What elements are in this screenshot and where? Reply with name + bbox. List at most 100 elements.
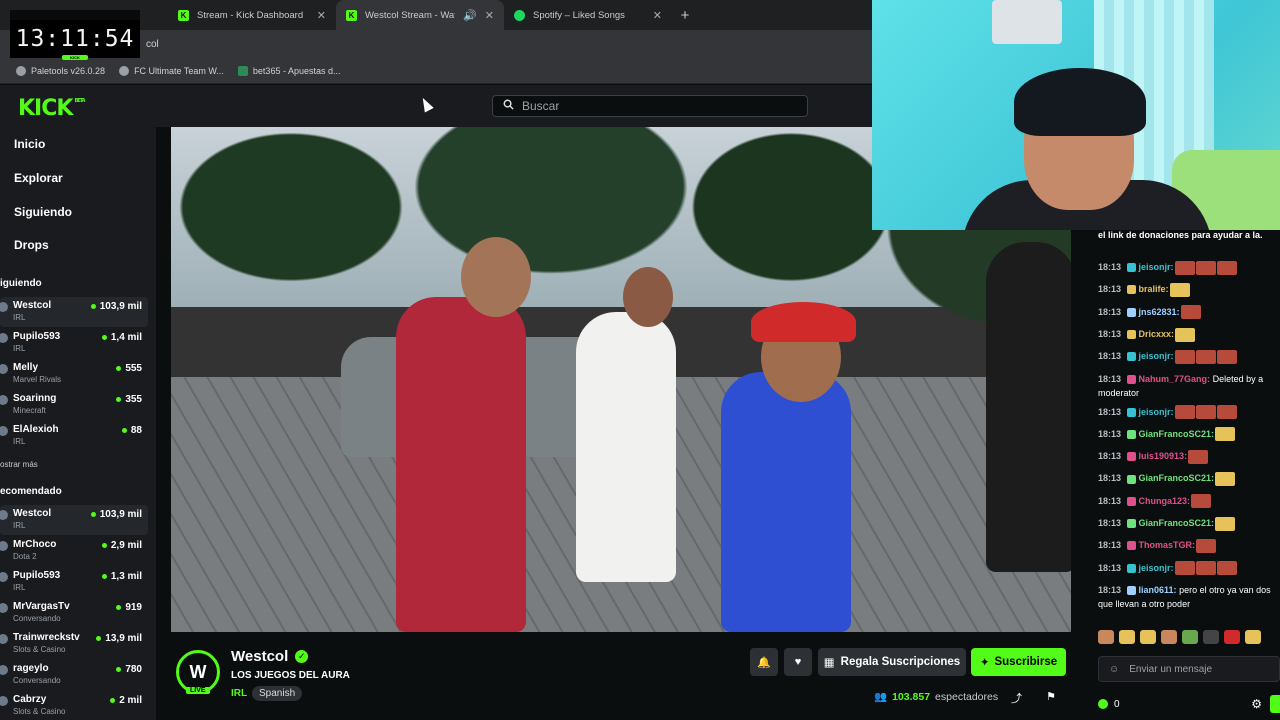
chat-username[interactable]: Chunga123: xyxy=(1139,496,1191,506)
following-channel[interactable]: ElAlexioh IRL 88 xyxy=(0,421,148,451)
close-icon[interactable]: ✕ xyxy=(317,9,326,22)
channel-category: Slots & Casino xyxy=(13,645,66,654)
live-dot-icon xyxy=(90,304,96,309)
tab-title: Westcol Stream - Watch Live xyxy=(365,9,455,21)
stream-tag[interactable]: Spanish xyxy=(252,686,303,701)
recommended-channel[interactable]: MrVargasTv Conversando 919 xyxy=(0,598,148,628)
emote-icon xyxy=(1215,427,1236,442)
video-person xyxy=(396,297,526,632)
kick-logo[interactable]: KICK BETA xyxy=(18,96,86,121)
chat-username[interactable]: jeisonjr: xyxy=(1139,407,1174,417)
chat-username[interactable]: jeisonjr: xyxy=(1139,262,1174,272)
speaker-icon[interactable]: 🔊 xyxy=(463,9,477,22)
following-channel[interactable]: Soarinng Minecraft 355 xyxy=(0,390,148,420)
chat-username[interactable]: bralife: xyxy=(1139,284,1169,294)
tab-westcol-stream[interactable]: K Westcol Stream - Watch Live 🔊 ✕ xyxy=(336,0,504,30)
emote-icon xyxy=(1196,538,1217,553)
chat-username[interactable]: luis190913: xyxy=(1139,451,1188,461)
recommended-channel[interactable]: Westcol IRL 103,9 mil xyxy=(0,505,148,535)
chat-username[interactable]: GianFrancoSC21: xyxy=(1139,518,1215,528)
emote-icon xyxy=(1174,260,1195,275)
bookmark-label: bet365 - Apuestas d... xyxy=(252,65,341,76)
search-placeholder: Buscar xyxy=(522,99,560,113)
channel-name: Melly xyxy=(13,362,39,373)
gear-icon[interactable]: ⚙ xyxy=(1251,697,1262,711)
globe-icon xyxy=(16,65,26,76)
emote-icon xyxy=(1175,327,1196,342)
flag-icon[interactable]: ⚑ xyxy=(1046,690,1056,703)
subscribe-button[interactable]: ✦ Suscribirse xyxy=(971,648,1066,676)
emote-icon[interactable] xyxy=(1119,630,1135,644)
send-button[interactable] xyxy=(1270,695,1280,713)
recommended-channel[interactable]: Pupilo593 IRL 1,3 mil xyxy=(0,567,148,597)
viewer-value: 919 xyxy=(125,602,142,613)
chat-message: 18:13 GianFrancoSC21: xyxy=(1098,516,1278,531)
emote-icon[interactable] xyxy=(1182,630,1198,644)
follow-heart-button[interactable]: ♥ xyxy=(784,648,812,676)
chat-username[interactable]: ThomasTGR: xyxy=(1139,540,1196,550)
following-channel[interactable]: Melly Marvel Rivals 555 xyxy=(0,359,148,389)
avatar xyxy=(0,541,8,551)
bet365-icon xyxy=(237,65,248,76)
video-person xyxy=(986,242,1071,572)
chat-message: 18:13 GianFrancoSC21: xyxy=(1098,471,1278,487)
chat-username[interactable]: jns62831: xyxy=(1139,307,1180,317)
bookmark-fc-ultimate[interactable]: FC Ultimate Team W... xyxy=(119,65,224,76)
show-more-link[interactable]: ostrar más xyxy=(0,460,38,469)
chat-timestamp: 18:13 xyxy=(1098,518,1124,528)
live-dot-icon xyxy=(110,698,116,703)
chat-username[interactable]: GianFrancoSC21: xyxy=(1139,429,1215,439)
bookmark-paletools[interactable]: Paletools v26.0.28 xyxy=(16,65,106,76)
nav-siguiendo[interactable]: Siguiendo xyxy=(14,205,72,219)
recommended-channel[interactable]: rageylo Conversando 780 xyxy=(0,660,148,690)
emote-icon[interactable] xyxy=(1140,630,1156,644)
stream-category[interactable]: IRL xyxy=(231,688,247,699)
recommended-channel[interactable]: MrChoco Dota 2 2,9 mil xyxy=(0,536,148,566)
bookmark-bet365[interactable]: bet365 - Apuestas d... xyxy=(237,65,341,76)
chat-message-input[interactable]: ☺ Enviar un mensaje xyxy=(1098,656,1280,682)
chat-username[interactable]: Nahum_77Gang: xyxy=(1139,374,1211,384)
chat-username[interactable]: GianFrancoSC21: xyxy=(1139,473,1215,483)
badge-icon xyxy=(1126,452,1136,462)
badge-icon xyxy=(1126,496,1136,506)
nav-label: Explorar xyxy=(14,171,63,185)
emote-icon[interactable] xyxy=(1224,630,1240,644)
emote-icon[interactable] xyxy=(1203,630,1219,644)
search-icon xyxy=(503,99,514,113)
following-channel[interactable]: Westcol IRL 103,9 mil xyxy=(0,297,148,327)
viewer-count: 780 xyxy=(116,664,142,675)
following-channel[interactable]: Pupilo593 IRL 1,4 mil xyxy=(0,328,148,358)
search-input[interactable]: Buscar xyxy=(492,95,808,117)
recommended-channel[interactable]: Cabrzy Slots & Casino 2 mil xyxy=(0,691,148,720)
share-icon[interactable]: ⤴ xyxy=(1011,690,1022,706)
recommended-channel[interactable]: Trainwreckstv Slots & Casino 13,9 mil xyxy=(0,629,148,659)
bookmark-label: Paletools v26.0.28 xyxy=(31,65,106,76)
stream-title: LOS JUEGOS DEL AURA xyxy=(231,670,350,681)
gift-subs-button[interactable]: ▦ Regala Suscripciones xyxy=(818,648,966,676)
chat-username[interactable]: lian0611: xyxy=(1139,585,1177,595)
avatar xyxy=(0,510,8,520)
notification-bell-button[interactable]: 🔔 xyxy=(750,648,778,676)
chat-timestamp: 18:13 xyxy=(1098,562,1124,573)
chat-username[interactable]: jeisonjr: xyxy=(1139,351,1174,361)
stream-info: W LIVE Westcol ✓ LOS JUEGOS DEL AURA IRL… xyxy=(156,632,1086,720)
tab-kick-dashboard[interactable]: K Stream - Kick Dashboard ✕ xyxy=(168,0,336,30)
chat-timestamp: 18:13 xyxy=(1098,373,1124,384)
channel-name[interactable]: Westcol ✓ xyxy=(231,648,309,665)
emote-icon[interactable] xyxy=(1098,630,1114,644)
smiley-icon[interactable]: ☺ xyxy=(1109,664,1119,675)
close-icon[interactable]: ✕ xyxy=(485,9,494,22)
emote-icon xyxy=(1195,260,1216,275)
emote-icon[interactable] xyxy=(1245,630,1261,644)
chat-username[interactable]: Dricxxx: xyxy=(1139,329,1175,339)
close-icon[interactable]: ✕ xyxy=(653,9,662,22)
nav-inicio[interactable]: Inicio xyxy=(14,137,45,151)
tab-spotify[interactable]: Spotify – Liked Songs ✕ xyxy=(504,0,672,30)
emote-icon[interactable] xyxy=(1161,630,1177,644)
chat-timestamp: 18:13 xyxy=(1098,584,1124,595)
chat-username[interactable]: jeisonjr: xyxy=(1139,563,1174,573)
nav-drops[interactable]: Drops xyxy=(14,238,49,252)
new-tab-button[interactable]: + xyxy=(672,0,698,30)
webcam-air-conditioner xyxy=(992,0,1062,44)
nav-explorar[interactable]: Explorar xyxy=(14,171,63,185)
